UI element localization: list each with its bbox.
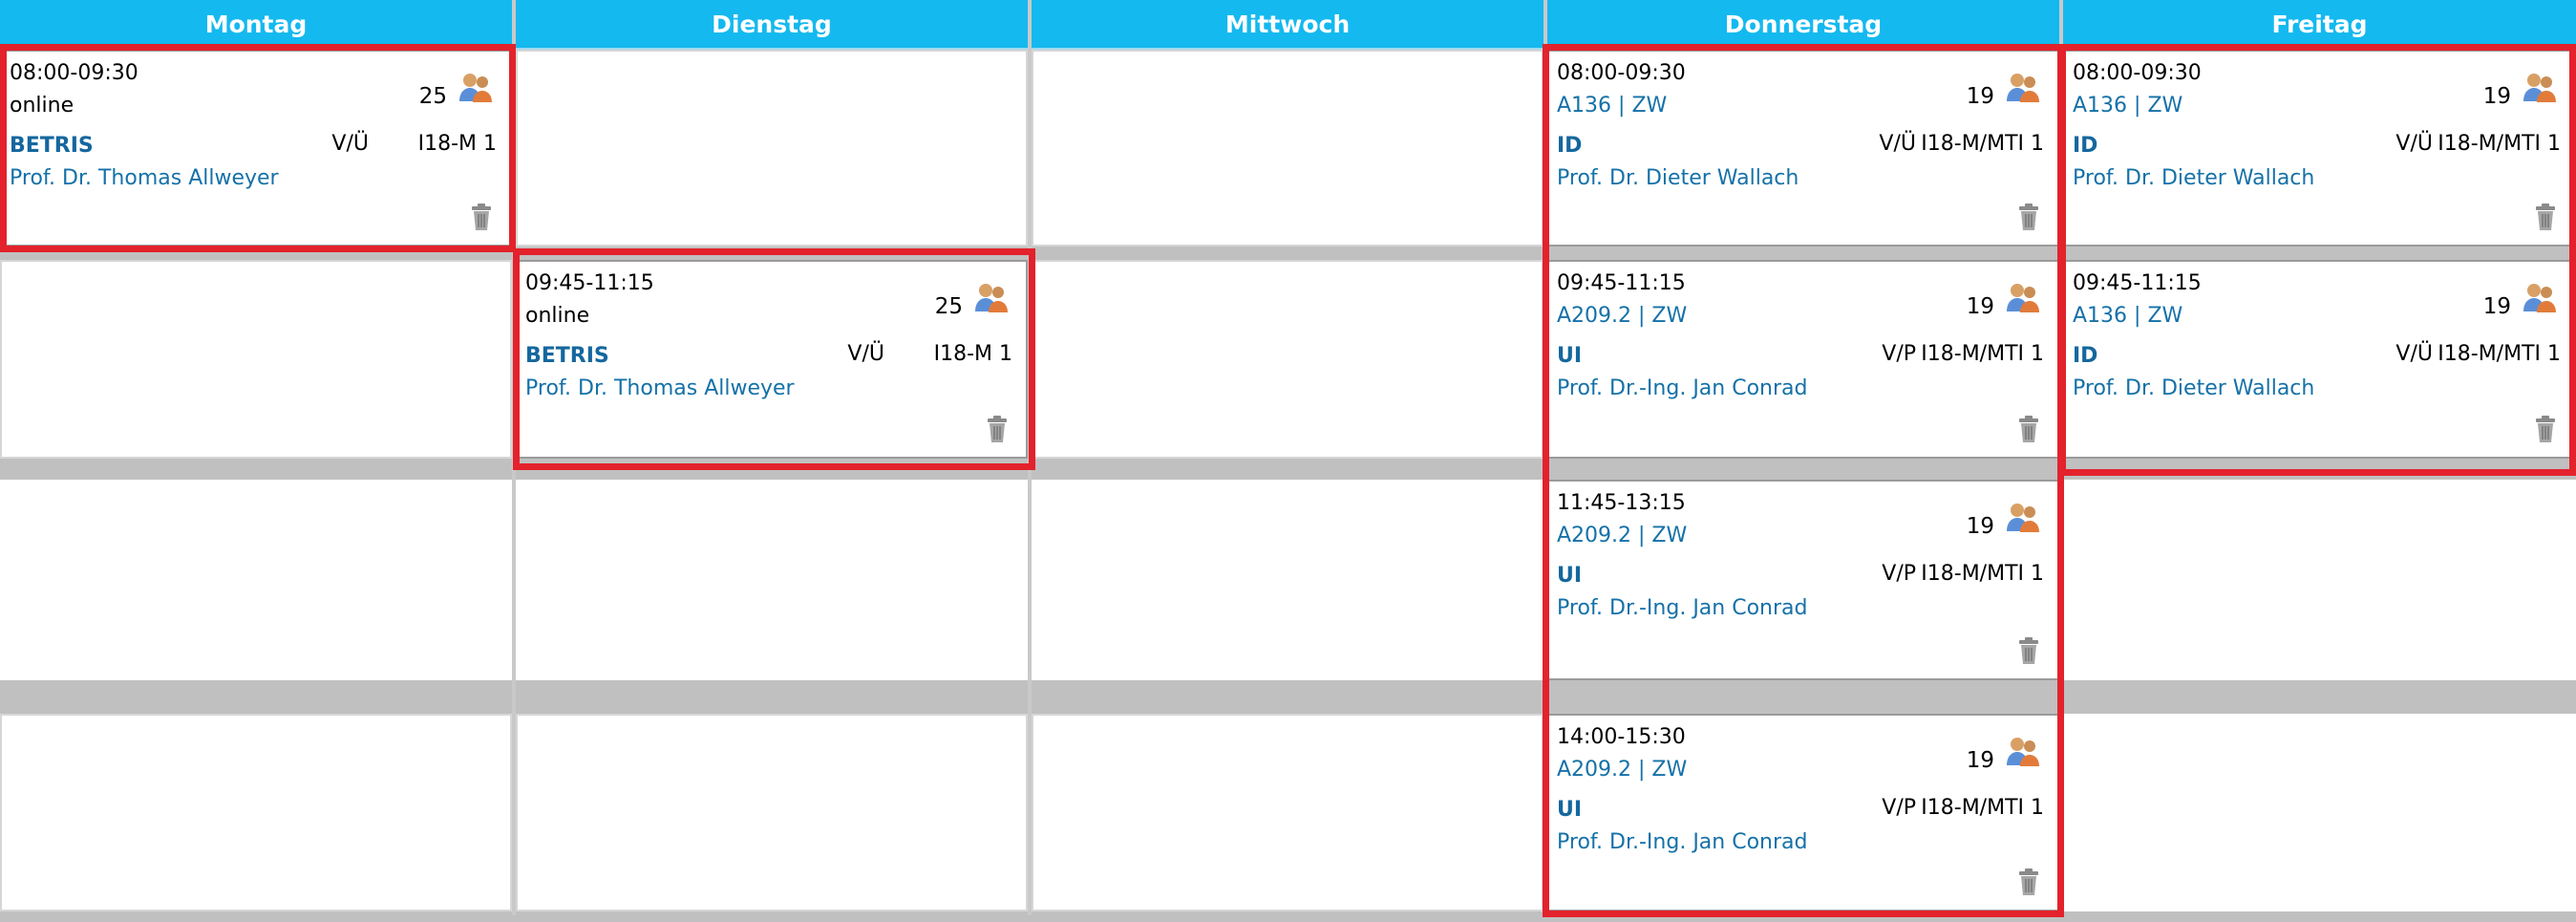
- participant-count: 19: [1966, 514, 1994, 539]
- trash-icon[interactable]: [2017, 415, 2040, 443]
- empty-slot[interactable]: [0, 260, 512, 459]
- lecturer-link[interactable]: Prof. Dr.-Ing. Jan Conrad: [1557, 596, 1807, 620]
- session-room: online: [525, 304, 590, 328]
- study-group: I18-M/MTI 1: [1921, 796, 2044, 820]
- day-header-montag: Montag: [0, 0, 512, 50]
- session-card[interactable]: 09:45-11:15 A209.2 | ZW 19 UI V/P I18-M/…: [1547, 260, 2059, 459]
- session-room[interactable]: A209.2 | ZW: [1557, 524, 1687, 547]
- day-header-dienstag: Dienstag: [516, 0, 1028, 50]
- trash-icon[interactable]: [2534, 203, 2557, 231]
- study-group: I18-M/MTI 1: [2438, 132, 2561, 156]
- session-type: V/P: [1882, 562, 1916, 586]
- empty-slot[interactable]: [516, 714, 1028, 911]
- lecturer-link[interactable]: Prof. Dr.-Ing. Jan Conrad: [1557, 376, 1807, 400]
- session-type: V/Ü: [847, 342, 884, 366]
- participant-count: 19: [2482, 294, 2511, 319]
- slot-separator: [0, 247, 2576, 260]
- slot-separator: [0, 911, 2576, 922]
- session-time: 09:45-11:15: [525, 271, 654, 295]
- session-room[interactable]: A209.2 | ZW: [1557, 304, 1687, 328]
- people-icon[interactable]: [2006, 71, 2040, 103]
- people-icon[interactable]: [2006, 501, 2040, 533]
- study-group: I18-M/MTI 1: [1921, 342, 2044, 366]
- module-name[interactable]: BETRIS: [525, 344, 609, 368]
- session-card[interactable]: 11:45-13:15 A209.2 | ZW 19 UI V/P I18-M/…: [1547, 480, 2059, 680]
- session-time: 09:45-11:15: [1557, 271, 1686, 295]
- participant-count: 19: [2482, 84, 2511, 109]
- empty-slot[interactable]: [1032, 260, 1543, 459]
- participant-count: 19: [1966, 294, 1994, 319]
- lecturer-link[interactable]: Prof. Dr. Dieter Wallach: [2073, 166, 2314, 190]
- empty-slot[interactable]: [1032, 50, 1543, 247]
- lecturer-link[interactable]: Prof. Dr. Thomas Allweyer: [10, 166, 279, 190]
- session-card[interactable]: 08:00-09:30 A136 | ZW 19 ID V/Ü I18-M/MT…: [2063, 50, 2576, 247]
- trash-icon[interactable]: [986, 415, 1009, 443]
- slot-separator: [0, 680, 2576, 714]
- people-icon[interactable]: [2006, 281, 2040, 313]
- empty-slot[interactable]: [516, 50, 1028, 247]
- participant-count: 25: [418, 84, 447, 109]
- module-name[interactable]: UI: [1557, 564, 1582, 588]
- study-group: I18-M/MTI 1: [2438, 342, 2561, 366]
- trash-icon[interactable]: [2534, 415, 2557, 443]
- session-card[interactable]: 14:00-15:30 A209.2 | ZW 19 UI V/P I18-M/…: [1547, 714, 2059, 911]
- people-icon[interactable]: [2523, 281, 2557, 313]
- trash-icon[interactable]: [470, 203, 493, 231]
- slot-separator: [0, 459, 2576, 480]
- lecturer-link[interactable]: Prof. Dr. Thomas Allweyer: [525, 376, 795, 400]
- session-time: 08:00-09:30: [1557, 61, 1686, 85]
- session-time: 08:00-09:30: [2073, 61, 2202, 85]
- session-time: 08:00-09:30: [10, 61, 138, 85]
- session-type: V/P: [1882, 796, 1916, 820]
- session-type: V/Ü: [1879, 132, 1916, 156]
- lecturer-link[interactable]: Prof. Dr. Dieter Wallach: [2073, 376, 2314, 400]
- trash-icon[interactable]: [2017, 868, 2040, 896]
- session-room[interactable]: A136 | ZW: [2073, 304, 2182, 328]
- session-room: online: [10, 94, 75, 118]
- session-card[interactable]: 09:45-11:15 A136 | ZW 19 ID V/Ü I18-M/MT…: [2063, 260, 2576, 459]
- empty-slot[interactable]: [0, 714, 512, 911]
- day-header-freitag: Freitag: [2063, 0, 2576, 50]
- people-icon[interactable]: [974, 281, 1009, 313]
- session-type: V/P: [1882, 342, 1916, 366]
- session-time: 09:45-11:15: [2073, 271, 2202, 295]
- day-header-mittwoch: Mittwoch: [1032, 0, 1543, 50]
- trash-icon[interactable]: [2017, 636, 2040, 665]
- study-group: I18-M/MTI 1: [1921, 132, 2044, 156]
- lecturer-link[interactable]: Prof. Dr.-Ing. Jan Conrad: [1557, 830, 1807, 854]
- people-icon[interactable]: [2523, 71, 2557, 103]
- people-icon[interactable]: [458, 71, 493, 103]
- session-card[interactable]: 09:45-11:15 online 25 BETRIS V/Ü I18-M 1…: [516, 260, 1028, 459]
- session-card[interactable]: 08:00-09:30 online 25 BETRIS V/Ü I18-M 1…: [0, 50, 512, 247]
- module-name[interactable]: UI: [1557, 798, 1582, 822]
- study-group: I18-M/MTI 1: [1921, 562, 2044, 586]
- session-time: 14:00-15:30: [1557, 725, 1686, 749]
- session-card[interactable]: 08:00-09:30 A136 | ZW 19 ID V/Ü I18-M/MT…: [1547, 50, 2059, 247]
- study-group: I18-M 1: [933, 342, 1012, 366]
- trash-icon[interactable]: [2017, 203, 2040, 231]
- session-type: V/Ü: [331, 132, 369, 156]
- session-type: V/Ü: [2395, 342, 2433, 366]
- day-header-donnerstag: Donnerstag: [1547, 0, 2059, 50]
- session-time: 11:45-13:15: [1557, 491, 1686, 515]
- participant-count: 25: [934, 294, 963, 319]
- module-name[interactable]: ID: [1557, 134, 1582, 158]
- module-name[interactable]: ID: [2073, 344, 2097, 368]
- module-name[interactable]: ID: [2073, 134, 2097, 158]
- session-room[interactable]: A136 | ZW: [1557, 94, 1667, 118]
- session-room[interactable]: A209.2 | ZW: [1557, 758, 1687, 782]
- study-group: I18-M 1: [417, 132, 497, 156]
- people-icon[interactable]: [2006, 735, 2040, 767]
- participant-count: 19: [1966, 748, 1994, 773]
- session-room[interactable]: A136 | ZW: [2073, 94, 2182, 118]
- participant-count: 19: [1966, 84, 1994, 109]
- module-name[interactable]: BETRIS: [10, 134, 94, 158]
- session-type: V/Ü: [2395, 132, 2433, 156]
- empty-slot[interactable]: [1032, 714, 1543, 911]
- module-name[interactable]: UI: [1557, 344, 1582, 368]
- lecturer-link[interactable]: Prof. Dr. Dieter Wallach: [1557, 166, 1799, 190]
